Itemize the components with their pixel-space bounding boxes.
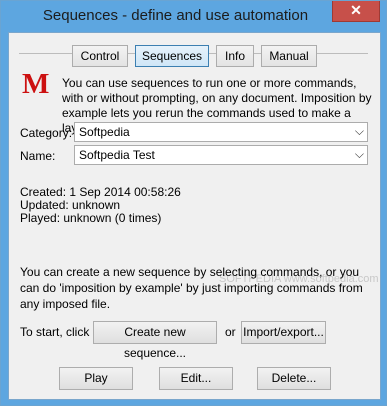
chevron-down-icon: ⌵	[354, 124, 364, 138]
start-label: To start, click	[20, 325, 90, 339]
edit-button[interactable]: Edit...	[159, 367, 233, 390]
or-label: or	[225, 325, 236, 339]
created-text: Created: 1 Sep 2014 00:58:26	[20, 185, 181, 199]
description-text: You can create a new sequence by selecti…	[20, 265, 363, 311]
delete-button[interactable]: Delete...	[257, 367, 331, 390]
category-value: Softpedia	[79, 125, 130, 139]
tab-control[interactable]: Control	[72, 45, 128, 67]
play-button[interactable]: Play	[59, 367, 133, 390]
name-value: Softpedia Test	[79, 148, 155, 162]
create-sequence-button[interactable]: Create new sequence...	[93, 321, 217, 360]
tab-info[interactable]: Info	[216, 45, 254, 67]
tab-sequences[interactable]: Sequences	[135, 45, 209, 67]
tab-manual[interactable]: Manual	[261, 45, 317, 67]
category-select[interactable]: Softpedia ⌵	[74, 122, 368, 142]
updated-text: Updated: unknown	[20, 198, 121, 212]
name-select[interactable]: Softpedia Test ⌵	[74, 145, 368, 165]
app-window: Sequences - define and use automation ✕ …	[0, 0, 387, 406]
played-text: Played: unknown (0 times)	[20, 211, 162, 225]
category-label: Category:	[20, 126, 73, 140]
app-logo-icon: M	[22, 68, 50, 100]
chevron-down-icon: ⌵	[354, 147, 364, 161]
title-bar: Sequences - define and use automation ✕	[1, 1, 386, 32]
window-title: Sequences - define and use automation	[42, 7, 309, 24]
dialog-body: Control Sequences Info Manual M You can …	[8, 32, 381, 400]
import-export-button[interactable]: Import/export...	[241, 321, 326, 344]
name-label: Name:	[20, 149, 56, 163]
close-button[interactable]: ✕	[332, 1, 380, 22]
